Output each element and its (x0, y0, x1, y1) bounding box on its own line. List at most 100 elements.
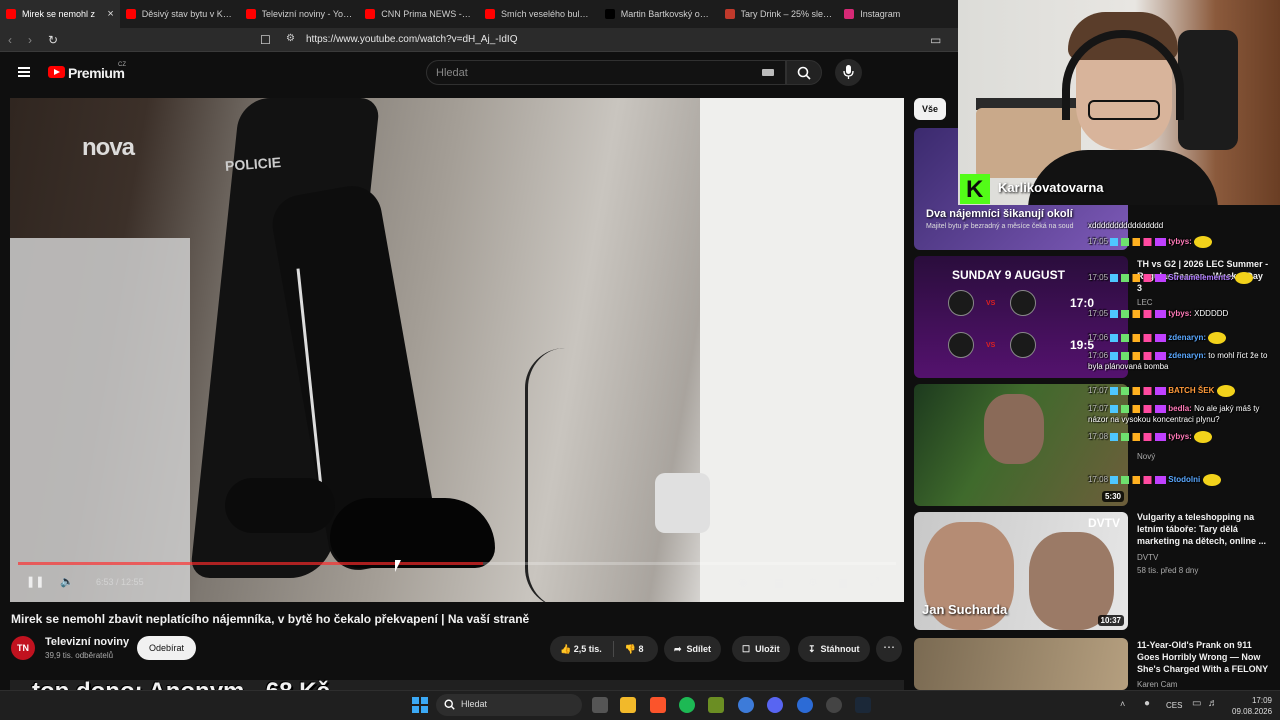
subtitles-icon[interactable]: ▤ (774, 576, 784, 589)
chat-text: xdddddddddddddddd (1088, 221, 1164, 230)
search-input[interactable]: Hledat (426, 60, 786, 85)
browser-tab[interactable]: Martin Bartkovský on X (599, 0, 719, 28)
dislike-button[interactable]: 👎 8 (625, 644, 644, 655)
bucket (655, 473, 710, 533)
streamer-name: Karlikovatovarna (998, 180, 1104, 195)
channel-avatar[interactable]: TN (11, 636, 35, 660)
tab-title: Martin Bartkovský on X (620, 9, 713, 19)
team-logo-icon (1010, 290, 1036, 316)
bookmark-icon[interactable]: ☐ (260, 33, 271, 47)
share-button[interactable]: ➦ Sdílet (664, 636, 722, 662)
youtube-header: Premium CZ Hledat (0, 52, 958, 94)
browser-tab[interactable]: Instagram (838, 0, 958, 28)
browser-tab[interactable]: Tary Drink – 25% sleva na (719, 0, 839, 28)
forward-icon[interactable]: › (28, 33, 32, 47)
time-current: 6:53 (96, 577, 114, 587)
windows-start-icon[interactable] (412, 697, 428, 713)
screen-icon[interactable]: ▭ (930, 33, 941, 47)
tray-chevron-icon[interactable]: ˄ (1120, 699, 1125, 709)
browser-tab[interactable]: Televizní noviny - YouTube (240, 0, 360, 28)
chat-username: Streamelements: (1168, 273, 1233, 283)
fullscreen-icon[interactable]: ⤢ (870, 576, 879, 589)
browser-tab[interactable]: Smích veselého buldozeru (479, 0, 599, 28)
youtube-logo-icon[interactable] (48, 66, 65, 78)
chat-message: 17:05 tybys: XDDDDD (1088, 308, 1274, 319)
thumbnail-subcaption: Majitel bytu je bezradný a měsíce čeká n… (926, 223, 1074, 230)
like-button[interactable]: 👍 2,5 tis. (560, 644, 602, 655)
progress-bar[interactable] (18, 562, 896, 565)
tab-title: Smích veselého buldozeru (501, 9, 593, 19)
channel-subscribers: 39,9 tis. odběratelů (45, 651, 114, 660)
chip-all[interactable]: Vše (914, 98, 946, 120)
brave-browser-icon[interactable] (650, 697, 666, 713)
task-view-icon[interactable] (592, 697, 608, 713)
browser-tab-bar: Mirek se nemohl z × Děsivý stav bytu v Kar… (0, 0, 958, 28)
volume-icon[interactable]: 🔈 (60, 575, 74, 588)
autoplay-toggle-icon[interactable]: ◉ (738, 576, 748, 589)
recommendation-thumbnail[interactable]: DVTV Jan Sucharda 10:37 (914, 512, 1128, 630)
voice-search-button[interactable] (835, 59, 862, 86)
download-button[interactable]: ↧ Stáhnout (798, 636, 870, 662)
chat-username: Stodolni (1168, 475, 1201, 485)
taskbar (0, 690, 1280, 720)
recommendation-channel[interactable]: LEC (1137, 298, 1153, 307)
obs-icon[interactable] (826, 697, 842, 713)
miniplayer-icon[interactable]: ▣ (838, 576, 848, 589)
app-icon[interactable] (797, 697, 813, 713)
menu-icon[interactable] (18, 67, 30, 77)
vs-label: VS (986, 300, 996, 307)
file-explorer-icon[interactable] (620, 697, 636, 713)
search-button[interactable] (786, 60, 822, 85)
tab-title: Tary Drink – 25% sleva na (740, 9, 833, 19)
keyboard-icon[interactable] (762, 69, 774, 76)
clock[interactable]: 17:09 09.08.2026 (1232, 695, 1272, 717)
site-info-icon[interactable]: ⚙ (286, 33, 295, 44)
vs-label: VS (986, 342, 996, 349)
back-icon[interactable]: ‹ (8, 33, 12, 47)
instagram-icon (844, 9, 855, 19)
recommendation-thumbnail[interactable] (914, 638, 1128, 690)
settings-icon[interactable]: ⚙ (808, 576, 818, 589)
discord-icon[interactable] (767, 697, 783, 713)
emote-icon (1202, 474, 1221, 486)
youtube-logo-text[interactable]: Premium (68, 65, 125, 81)
save-button[interactable]: ☐ Uložit (732, 636, 790, 662)
input-language[interactable]: CES (1166, 701, 1182, 710)
app-icon[interactable] (738, 697, 754, 713)
taskbar-search[interactable]: Hledat (436, 694, 582, 716)
app-icon[interactable] (708, 697, 724, 713)
browser-tab[interactable]: CNN Prima NEWS - YouTube (359, 0, 479, 28)
browser-tab[interactable]: Děsivý stav bytu v Karviné (120, 0, 240, 28)
recommendation-title[interactable]: 11-Year-Old's Prank on 911 Goes Horribly… (1137, 639, 1269, 675)
youtube-icon (365, 9, 376, 19)
microphone-tray-icon[interactable]: ● (1144, 698, 1150, 709)
subscribe-button[interactable]: Odebírat (137, 636, 196, 660)
recommendation-title[interactable]: Vulgarity a teleshopping na letním táboř… (1137, 511, 1269, 547)
spotify-icon[interactable] (679, 697, 695, 713)
volume-icon[interactable]: ♬ (1208, 698, 1218, 709)
clock-time: 17:09 (1251, 696, 1272, 705)
team-logo-icon (948, 332, 974, 358)
url-field[interactable]: https://www.youtube.com/watch?v=dH_Aj_-I… (306, 34, 518, 45)
tab-title: Děsivý stav bytu v Karviné (141, 9, 234, 19)
new-badge: Nový (1137, 452, 1156, 461)
browser-tab[interactable]: Mirek se nemohl z × (0, 0, 120, 28)
network-icon[interactable]: ▭ (1192, 698, 1201, 709)
steam-icon[interactable] (855, 697, 871, 713)
more-actions-button[interactable]: ⋯ (876, 636, 902, 662)
chat-badges-icon (1110, 334, 1167, 342)
progress-fill (18, 562, 484, 565)
pause-icon[interactable]: ❚❚ (26, 575, 44, 588)
close-tab-icon[interactable]: × (107, 8, 113, 20)
reload-icon[interactable]: ↻ (48, 33, 58, 47)
recommendation-channel[interactable]: DVTV (1137, 553, 1158, 562)
share-icon: ➦ (674, 643, 682, 654)
channel-name[interactable]: Televizní noviny (45, 636, 129, 648)
youtube-icon (485, 9, 495, 19)
chat-badges-icon (1110, 404, 1167, 413)
recommendation-channel[interactable]: Karen Cam (1137, 680, 1177, 689)
video-player[interactable]: nova POLICIE ❚❚ 🔈 6:53 / 12:55 ◉ ▤ ⚙ ▣ ⤢ (10, 98, 904, 602)
youtube-region: CZ (118, 62, 126, 68)
chat-message: 17:08 tybys: (1088, 431, 1274, 443)
chat-badges-icon (1110, 309, 1167, 318)
